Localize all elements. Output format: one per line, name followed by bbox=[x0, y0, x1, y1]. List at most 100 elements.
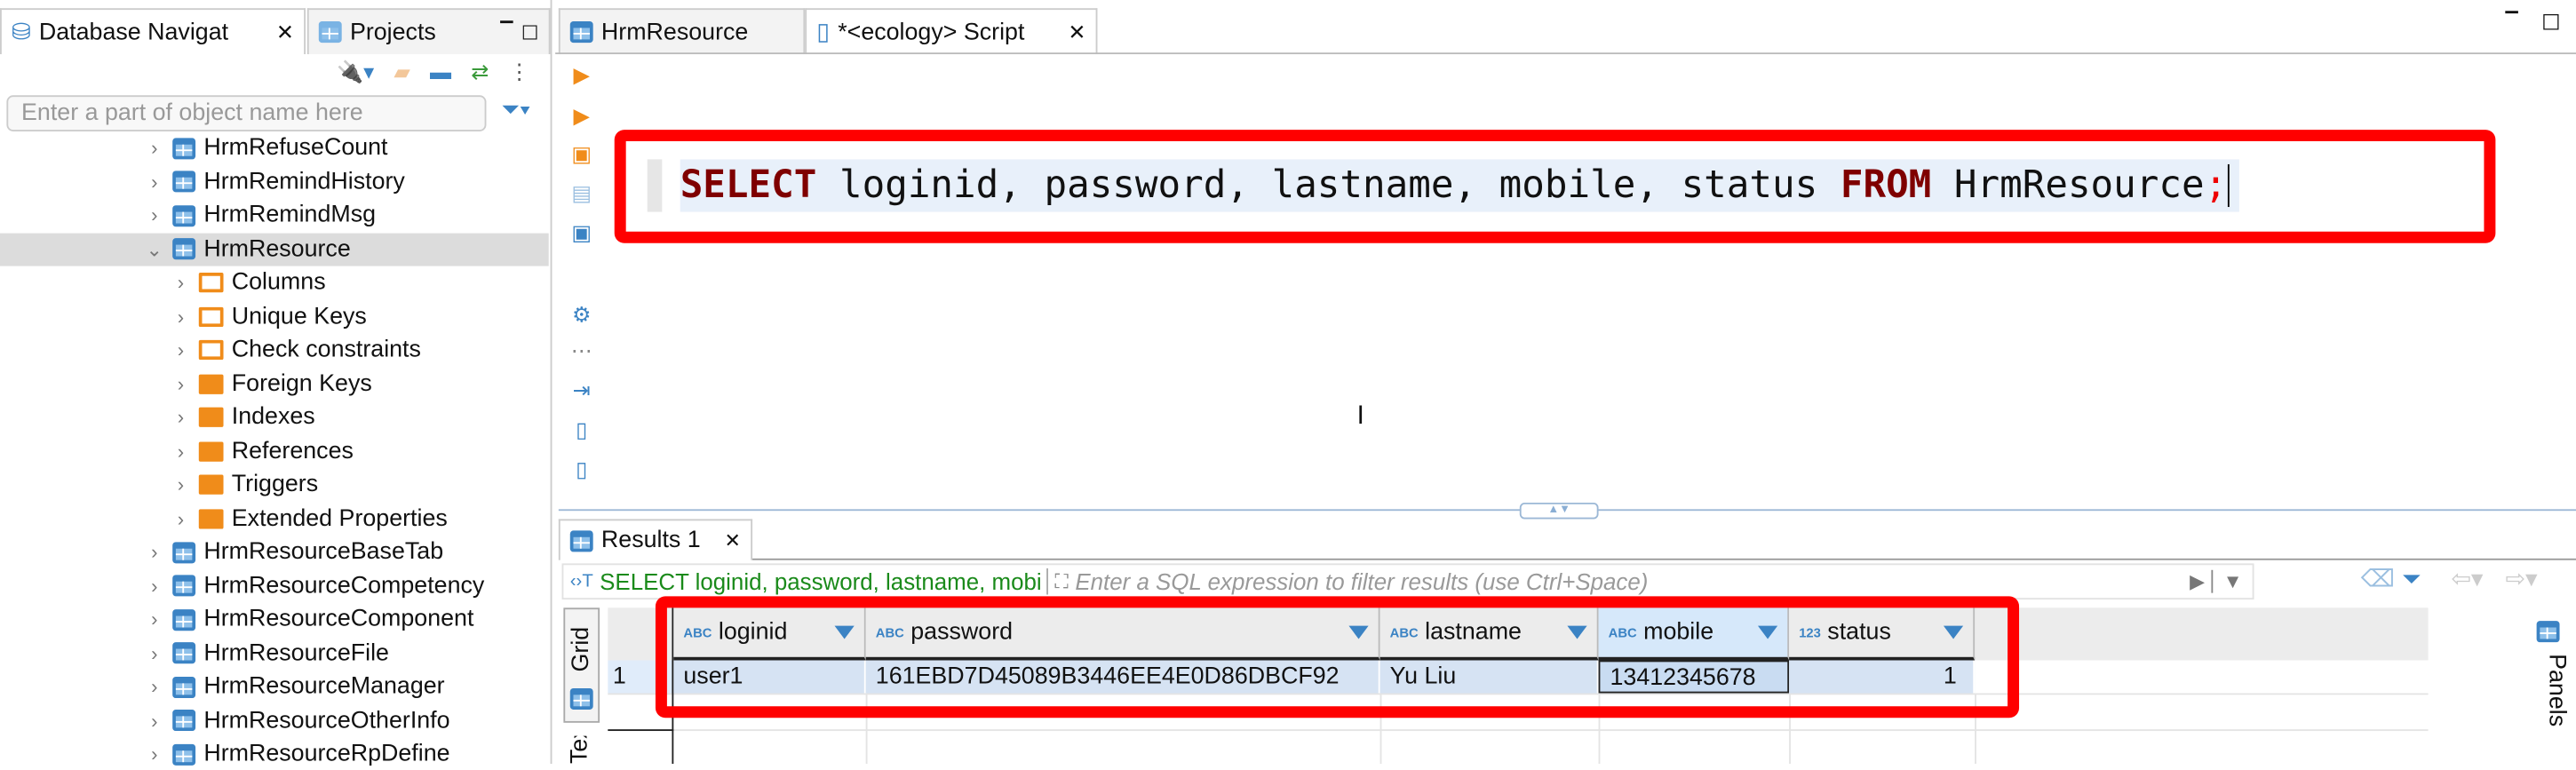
settings-icon[interactable]: ⚙ bbox=[568, 302, 595, 329]
close-icon[interactable]: ✕ bbox=[276, 19, 294, 45]
export-icon[interactable]: ⇥ bbox=[568, 377, 595, 404]
close-icon[interactable]: ✕ bbox=[1068, 19, 1085, 45]
tree-item-label: HrmRefuseCount bbox=[203, 134, 388, 162]
explain-plan-icon[interactable]: ▤ bbox=[568, 180, 595, 207]
tree-item[interactable]: › Unique Keys bbox=[171, 300, 367, 333]
columns-icon bbox=[198, 273, 224, 293]
grid-icon bbox=[569, 529, 593, 552]
tree-item[interactable]: › HrmRemindMsg bbox=[145, 199, 376, 232]
tree-item[interactable]: › Check constraints bbox=[171, 333, 421, 366]
query-preview[interactable]: SELECT loginid, password, lastname, mobi bbox=[600, 568, 1049, 595]
tab-grid[interactable]: Grid bbox=[563, 607, 600, 723]
highlight-box-sql bbox=[614, 130, 2496, 243]
table-icon bbox=[172, 742, 196, 765]
divider bbox=[752, 558, 2576, 560]
chevron-right-icon[interactable]: › bbox=[145, 607, 164, 631]
results-filter-input[interactable]: Enter a SQL expression to filter results… bbox=[1075, 568, 1648, 595]
table-icon bbox=[172, 642, 196, 664]
chevron-right-icon[interactable]: › bbox=[171, 406, 190, 429]
results-filter-bar: ‹›T SELECT loginid, password, lastname, … bbox=[561, 563, 2254, 600]
projects-icon bbox=[318, 21, 342, 44]
collapse-icon[interactable]: ▬ bbox=[430, 60, 451, 86]
tab-results[interactable]: Results 1 ✕ bbox=[558, 519, 753, 560]
tree-item[interactable]: › Columns bbox=[171, 266, 326, 299]
highlight-box-results bbox=[655, 596, 2020, 718]
tree-item-label: Unique Keys bbox=[231, 303, 367, 329]
tree-item-label: HrmResourceComponent bbox=[203, 606, 474, 633]
table-icon bbox=[172, 238, 196, 260]
chevron-right-icon[interactable]: › bbox=[145, 574, 164, 597]
tree-item-label: Check constraints bbox=[231, 337, 421, 363]
chevron-right-icon[interactable]: › bbox=[171, 372, 190, 395]
back-icon[interactable]: ⇦▾ bbox=[2451, 567, 2483, 593]
tab-database-navigator[interactable]: ⛁ Database Navigat ✕ bbox=[0, 8, 306, 55]
chevron-right-icon[interactable]: › bbox=[171, 338, 190, 361]
chevron-right-icon[interactable]: › bbox=[145, 709, 164, 732]
chevron-right-icon[interactable]: › bbox=[171, 271, 190, 294]
minimize-icon[interactable]: ▔ bbox=[500, 23, 513, 41]
filter-icon[interactable]: ⏷▾ bbox=[501, 95, 530, 123]
chevron-right-icon[interactable]: › bbox=[145, 742, 164, 766]
tab-script[interactable]: ▯ *<ecology> Script ✕ bbox=[805, 8, 1098, 55]
chevron-right-icon[interactable]: › bbox=[145, 170, 164, 193]
link-editor-icon[interactable]: ⇄ bbox=[471, 60, 489, 86]
execute-new-tab-icon[interactable]: ▶ bbox=[568, 104, 595, 131]
forward-icon[interactable]: ⇨▾ bbox=[2505, 567, 2537, 593]
chevron-right-icon[interactable]: › bbox=[145, 137, 164, 160]
tab-hrmresource[interactable]: HrmResource bbox=[558, 8, 806, 55]
chevron-right-icon[interactable]: › bbox=[145, 675, 164, 698]
panels-toggle[interactable]: Panels bbox=[2536, 621, 2570, 735]
maximize-icon[interactable]: ☐ bbox=[521, 20, 539, 44]
maximize-icon[interactable]: ☐ bbox=[2541, 10, 2561, 36]
tab-projects[interactable]: Projects ▔ ☐ bbox=[306, 8, 551, 55]
expand-icon[interactable]: ⛶ bbox=[1054, 569, 1069, 594]
connect-icon[interactable]: 🔌▾ bbox=[337, 60, 374, 86]
tree-item[interactable]: › HrmRemindHistory bbox=[145, 165, 405, 198]
tree-item[interactable]: › Indexes bbox=[171, 401, 315, 433]
chevron-right-icon[interactable]: › bbox=[171, 473, 190, 496]
chevron-right-icon[interactable]: › bbox=[171, 507, 190, 530]
execute-script-icon[interactable]: ▣ bbox=[568, 141, 595, 168]
tree-item[interactable]: › Extended Properties bbox=[171, 502, 448, 535]
chevron-down-icon[interactable]: ⌄ bbox=[145, 237, 164, 260]
filter-icon[interactable]: ⏷ bbox=[2402, 567, 2421, 593]
problems-icon[interactable]: ▯ bbox=[568, 417, 595, 444]
filter-history-icon[interactable]: ▼ bbox=[2211, 569, 2253, 593]
tree-item[interactable]: › HrmResourceFile bbox=[145, 637, 389, 670]
chevron-right-icon[interactable]: › bbox=[171, 440, 190, 463]
more-icon[interactable]: ⋮ bbox=[509, 60, 530, 86]
tab-label: Grid bbox=[568, 626, 595, 672]
tree-item[interactable]: › References bbox=[171, 434, 354, 467]
tree-item-label: Indexes bbox=[231, 403, 315, 431]
tab-text[interactable]: Text bbox=[563, 736, 600, 764]
tree-item[interactable]: › HrmResourceManager bbox=[145, 671, 445, 703]
tree-item[interactable]: › Foreign Keys bbox=[171, 367, 372, 400]
navigator-filter-input[interactable]: Enter a part of object name here bbox=[6, 95, 487, 131]
tree-item[interactable]: › HrmResourceOtherInfo bbox=[145, 704, 449, 737]
folder-icon bbox=[198, 407, 224, 427]
chevron-right-icon[interactable]: › bbox=[145, 641, 164, 664]
eraser-icon[interactable]: ⌫ bbox=[2361, 567, 2395, 593]
tree-item[interactable]: ⌄ HrmResource bbox=[0, 232, 549, 266]
folder-icon bbox=[198, 474, 224, 495]
apply-filter-icon[interactable]: ▶ bbox=[2190, 570, 2205, 593]
variables-icon[interactable]: ▯ bbox=[568, 456, 595, 483]
close-icon[interactable]: ✕ bbox=[725, 529, 742, 552]
chevron-right-icon[interactable]: › bbox=[171, 305, 190, 328]
tree-item[interactable]: › HrmResourceCompetency bbox=[145, 569, 485, 602]
execute-statement-icon[interactable]: ▶ bbox=[568, 62, 595, 89]
tree-item-label: HrmResource bbox=[203, 235, 351, 262]
minimize-icon[interactable]: ▔ bbox=[2505, 13, 2517, 31]
chevron-right-icon[interactable]: › bbox=[145, 540, 164, 563]
tree-item[interactable]: › HrmResourceComponent bbox=[145, 603, 474, 636]
tree-item[interactable]: › HrmResourceRpDefine bbox=[145, 737, 449, 770]
splitter-toggle[interactable]: ▲▼ bbox=[1519, 502, 1599, 520]
terminal-icon[interactable]: ▣ bbox=[568, 220, 595, 247]
chevron-right-icon[interactable]: › bbox=[145, 203, 164, 226]
database-navigator-panel: ⛁ Database Navigat ✕ Projects ▔ ☐ 🔌▾ ▰ ▬… bbox=[0, 0, 553, 767]
grid-icon bbox=[569, 687, 593, 710]
tree-item[interactable]: › HrmRefuseCount bbox=[145, 131, 388, 164]
tree-item[interactable]: › HrmResourceBaseTab bbox=[145, 536, 443, 568]
new-folder-icon[interactable]: ▰ bbox=[394, 60, 409, 86]
tree-item[interactable]: › Triggers bbox=[171, 468, 318, 501]
